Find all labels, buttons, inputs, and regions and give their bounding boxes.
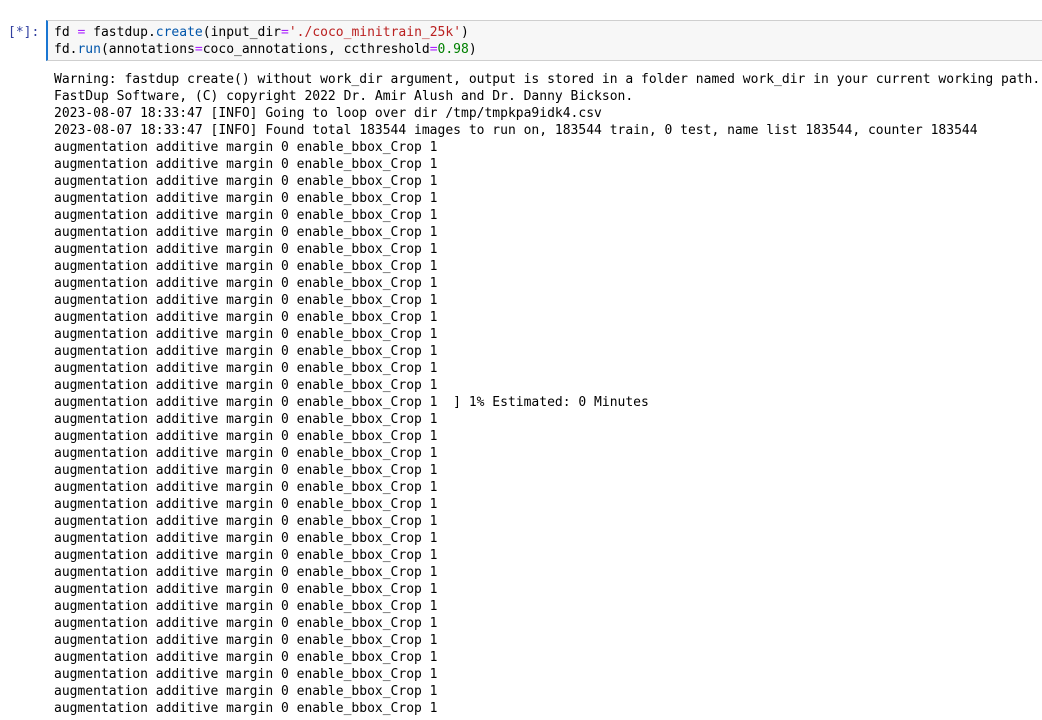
token-arg: input_dir — [210, 25, 282, 40]
output-line: augmentation additive margin 0 enable_bb… — [54, 599, 438, 614]
token-arg: annotations — [108, 42, 195, 57]
output-line: augmentation additive margin 0 enable_bb… — [54, 310, 438, 325]
output-line: augmentation additive margin 0 enable_bb… — [54, 378, 438, 393]
output-line: augmentation additive margin 0 enable_bb… — [54, 395, 649, 410]
token-string: './coco_minitrain_25k' — [288, 25, 462, 40]
cell-output-area: Warning: fastdup create() without work_d… — [54, 71, 1042, 720]
output-line: augmentation additive margin 0 enable_bb… — [54, 140, 438, 155]
token-arg: ccthreshold — [343, 42, 430, 57]
output-line: augmentation additive margin 0 enable_bb… — [54, 497, 438, 512]
token-object: fd — [54, 42, 70, 57]
output-line: 2023-08-07 18:33:47 [INFO] Found total 1… — [54, 123, 978, 138]
token-arg-eq: = — [281, 25, 289, 40]
output-line: augmentation additive margin 0 enable_bb… — [54, 463, 438, 478]
output-line: augmentation additive margin 0 enable_bb… — [54, 548, 438, 563]
token-number: 0.98 — [437, 42, 469, 57]
code-line-1: fd = fastdup.create(input_dir='./coco_mi… — [54, 25, 469, 40]
output-line: augmentation additive margin 0 enable_bb… — [54, 208, 438, 223]
output-line: augmentation additive margin 0 enable_bb… — [54, 174, 438, 189]
output-line: augmentation additive margin 0 enable_bb… — [54, 429, 438, 444]
output-line: augmentation additive margin 0 enable_bb… — [54, 157, 438, 172]
token-paren-open: ( — [100, 42, 109, 57]
output-line: augmentation additive margin 0 enable_bb… — [54, 225, 438, 240]
token-value: coco_annotations — [202, 42, 328, 57]
token-comma: , — [327, 42, 344, 57]
code-input-area[interactable]: fd = fastdup.create(input_dir='./coco_mi… — [46, 20, 1042, 61]
output-line: augmentation additive margin 0 enable_bb… — [54, 633, 438, 648]
output-line: augmentation additive margin 0 enable_bb… — [54, 650, 438, 665]
output-line: augmentation additive margin 0 enable_bb… — [54, 616, 438, 631]
code-line-2: fd.run(annotations=coco_annotations, cct… — [54, 42, 477, 57]
token-arg-eq: = — [429, 42, 438, 57]
output-line: augmentation additive margin 0 enable_bb… — [54, 565, 438, 580]
token-paren-open: ( — [202, 25, 211, 40]
output-line: 2023-08-07 18:33:47 [INFO] Going to loop… — [54, 106, 602, 121]
output-line: augmentation additive margin 0 enable_bb… — [54, 514, 438, 529]
output-line: augmentation additive margin 0 enable_bb… — [54, 242, 438, 257]
output-line: augmentation additive margin 0 enable_bb… — [54, 667, 438, 682]
token-method: run — [77, 42, 101, 57]
output-line: augmentation additive margin 0 enable_bb… — [54, 293, 438, 308]
output-line: augmentation additive margin 0 enable_bb… — [54, 361, 438, 376]
output-line: augmentation additive margin 0 enable_bb… — [54, 344, 438, 359]
token-assign: = — [69, 25, 94, 40]
notebook-cell[interactable]: [*]: fd = fastdup.create(input_dir='./co… — [0, 0, 1042, 720]
output-line: Warning: fastdup create() without work_d… — [54, 72, 1041, 87]
token-method: create — [155, 25, 203, 40]
output-line: augmentation additive margin 0 enable_bb… — [54, 480, 438, 495]
token-arg-eq: = — [194, 42, 203, 57]
output-line: augmentation additive margin 0 enable_bb… — [54, 276, 438, 291]
output-line: augmentation additive margin 0 enable_bb… — [54, 191, 438, 206]
token-var: fd — [54, 25, 70, 40]
output-line: FastDup Software, (C) copyright 2022 Dr.… — [54, 89, 634, 104]
token-paren-close: ) — [461, 25, 469, 40]
output-line: augmentation additive margin 0 enable_bb… — [54, 327, 438, 342]
output-line: augmentation additive margin 0 enable_bb… — [54, 412, 438, 427]
output-line: augmentation additive margin 0 enable_bb… — [54, 259, 438, 274]
token-paren-close: ) — [468, 42, 477, 57]
output-line: augmentation additive margin 0 enable_bb… — [54, 531, 438, 546]
output-line: augmentation additive margin 0 enable_bb… — [54, 582, 438, 597]
token-object: fastdup — [93, 25, 148, 40]
cell-prompt: [*]: — [8, 25, 40, 40]
output-line: augmentation additive margin 0 enable_bb… — [54, 684, 438, 699]
output-line: augmentation additive margin 0 enable_bb… — [54, 701, 438, 716]
output-line: augmentation additive margin 0 enable_bb… — [54, 446, 438, 461]
token-dot: . — [147, 25, 156, 40]
code-editor[interactable]: fd = fastdup.create(input_dir='./coco_mi… — [54, 24, 477, 58]
